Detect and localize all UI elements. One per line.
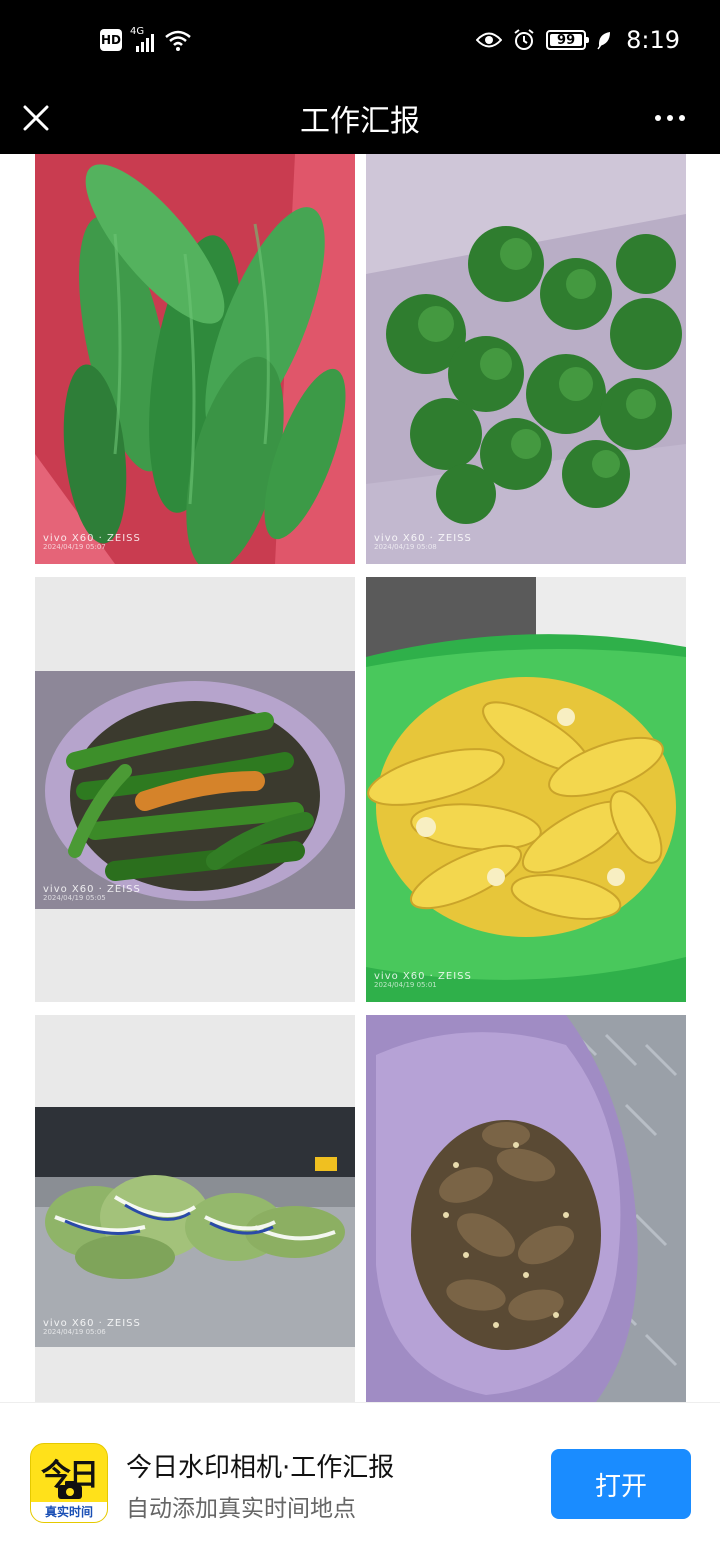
photo-green-peppers[interactable]: vivo X60 · ZEISS 2024/04/19 05:08 xyxy=(366,154,686,564)
app-name: 今日水印相机·工作汇报 xyxy=(126,1453,395,1483)
wifi-icon xyxy=(165,30,191,51)
green-peppers-image xyxy=(366,154,686,564)
green-chilies-image xyxy=(35,671,355,909)
hd-badge: HD xyxy=(100,29,122,51)
app-subtitle: 自动添加真实时间地点 xyxy=(126,1496,356,1522)
watermark: vivo X60 · ZEISS 2024/04/19 05:01 xyxy=(374,971,472,990)
status-right: 99 8:19 xyxy=(476,26,680,54)
watermark: vivo X60 · ZEISS 2024/04/19 05:07 xyxy=(43,533,141,552)
open-app-button[interactable]: 打开 xyxy=(551,1449,691,1519)
app-logo-icon[interactable]: 今日 真实时间 xyxy=(30,1443,108,1523)
battery-icon: 99 xyxy=(546,30,590,50)
status-bar: HD 4G 99 8:19 xyxy=(0,0,720,82)
watermark-date: 2024/04/19 05:08 xyxy=(374,543,437,552)
battery-level: 99 xyxy=(557,32,576,48)
leaf-icon xyxy=(597,32,611,50)
photo-grid: vivo X60 · ZEISS 2024/04/19 05:07 vivo X… xyxy=(0,154,720,1402)
photo-bagged-greens[interactable]: vivo X60 · ZEISS 2024/04/19 05:06 xyxy=(35,1015,355,1402)
more-icon-dot xyxy=(679,115,685,121)
corn-image xyxy=(366,577,686,1002)
camera-icon xyxy=(58,1481,82,1499)
watermark-date: 2024/04/19 05:05 xyxy=(43,894,106,903)
watermark-date: 2024/04/19 05:01 xyxy=(374,981,437,990)
page-title: 工作汇报 xyxy=(300,104,420,139)
photo-bitter-melon[interactable]: vivo X60 · ZEISS 2024/04/19 05:07 xyxy=(35,154,355,564)
app-logo-caption: 真实时间 xyxy=(31,1502,107,1522)
eye-icon xyxy=(476,32,503,48)
photo-green-chilies[interactable]: vivo X60 · ZEISS 2024/04/19 05:05 xyxy=(35,577,355,1002)
title-bar: 工作汇报 xyxy=(0,82,720,154)
watermark: vivo X60 · ZEISS 2024/04/19 05:05 xyxy=(43,884,141,903)
more-icon-dot xyxy=(655,115,661,121)
app-promo-banner: 今日 真实时间 今日水印相机·工作汇报 自动添加真实时间地点 打开 xyxy=(0,1402,720,1560)
network-type: 4G xyxy=(130,26,145,37)
signal-icon: 4G xyxy=(130,26,156,52)
bitter-melon-image xyxy=(35,154,355,564)
watermark-date: 2024/04/19 05:06 xyxy=(43,1328,106,1337)
status-left: HD 4G xyxy=(100,26,192,52)
watermark-date: 2024/04/19 05:07 xyxy=(43,543,106,552)
watermark: vivo X60 · ZEISS 2024/04/19 05:06 xyxy=(43,1318,141,1337)
watermark: vivo X60 · ZEISS 2024/04/19 05:08 xyxy=(374,533,472,552)
more-button[interactable] xyxy=(648,92,692,144)
clock: 8:19 xyxy=(626,26,680,54)
yams-image xyxy=(366,1015,686,1402)
photo-yams[interactable] xyxy=(366,1015,686,1402)
alarm-icon xyxy=(514,29,534,50)
photo-corn[interactable]: vivo X60 · ZEISS 2024/04/19 05:01 xyxy=(366,577,686,1002)
bagged-greens-image xyxy=(35,1107,355,1347)
more-icon-dot xyxy=(667,115,673,121)
